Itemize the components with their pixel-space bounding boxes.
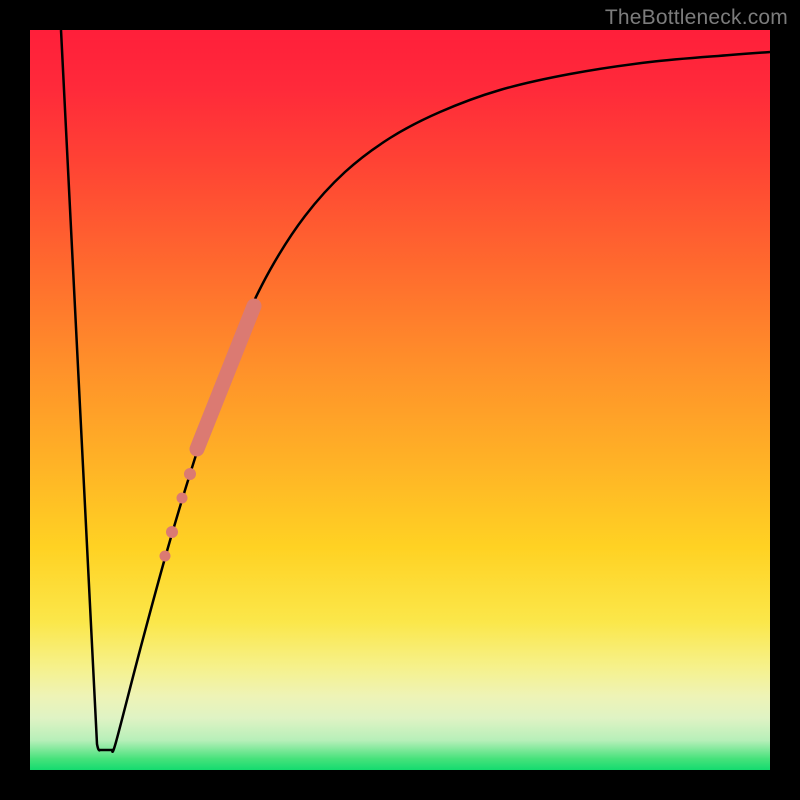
chart-svg: [30, 30, 770, 770]
bottleneck-curve: [61, 30, 770, 752]
marker-dot-4: [160, 551, 171, 562]
marker-dot-2: [177, 493, 188, 504]
marker-segment: [197, 306, 254, 449]
chart-frame: TheBottleneck.com: [0, 0, 800, 800]
chart-plot-area: [30, 30, 770, 770]
curve-layer: [61, 30, 770, 752]
marker-dot-3: [166, 526, 178, 538]
markers-layer: [160, 306, 255, 562]
watermark-text: TheBottleneck.com: [605, 6, 788, 30]
marker-dot-1: [184, 468, 196, 480]
